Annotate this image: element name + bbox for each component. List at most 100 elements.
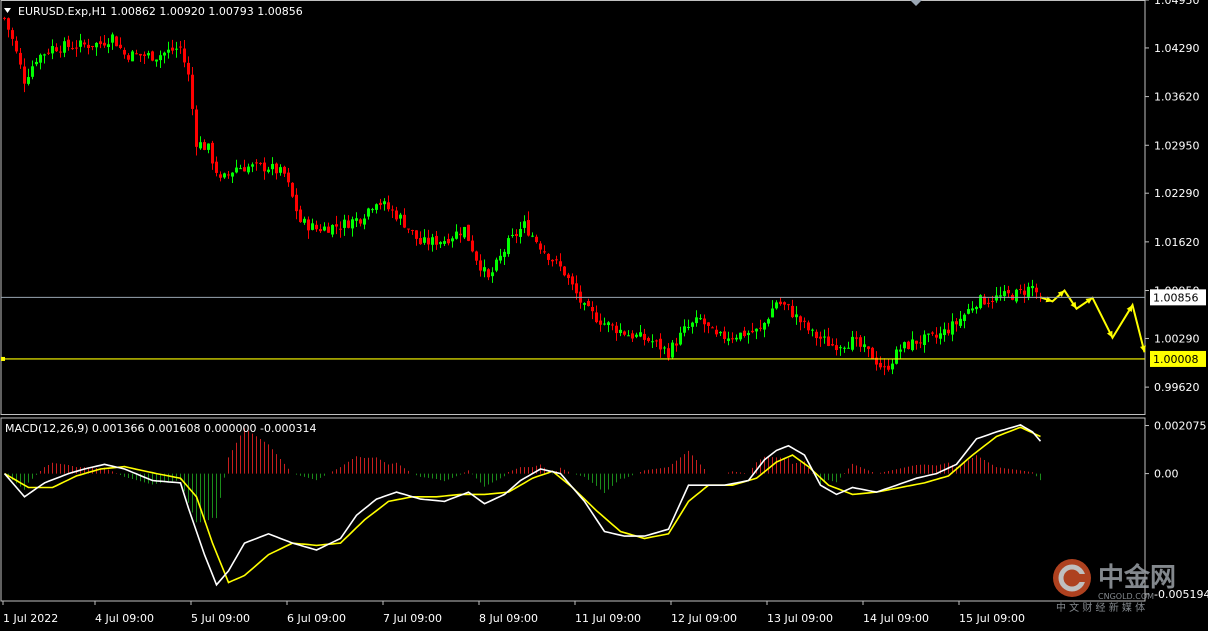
candle-body (515, 234, 518, 237)
trading-chart[interactable]: 1.04950 1.04290 1.03620 1.02950 1.02290 1.016… (0, 0, 1208, 627)
candle-body (463, 226, 466, 238)
candle-body (727, 338, 730, 341)
candle (31, 60, 34, 80)
candle-body (367, 208, 370, 217)
chart-shift-triangle-icon[interactable] (910, 0, 922, 6)
candle-body (659, 338, 662, 350)
candle (83, 39, 86, 48)
candle-body (851, 336, 854, 350)
candle (623, 330, 626, 337)
candle (795, 306, 798, 325)
candle (235, 159, 238, 174)
candle (891, 358, 894, 375)
candle (567, 272, 570, 285)
candle-body (123, 49, 126, 55)
candle-body (231, 172, 234, 177)
candle-body (343, 219, 346, 228)
candle (475, 250, 478, 266)
candle (783, 301, 786, 311)
symbol-header: EURUSD.Exp,H1 1.00862 1.00920 1.00793 1.… (18, 5, 303, 18)
candle (583, 302, 586, 311)
candle (75, 40, 78, 57)
time-tick-label: 14 Jul 09:00 (863, 612, 929, 625)
candle (683, 319, 686, 337)
macd-panel-frame (0, 417, 1146, 602)
candle (443, 236, 446, 246)
candle-body (627, 335, 630, 337)
candle (995, 286, 998, 303)
candle-body (171, 47, 174, 51)
candle (799, 315, 802, 331)
candle-body (891, 363, 894, 370)
candle (723, 326, 726, 344)
candle (103, 34, 106, 48)
candle-body (395, 210, 398, 220)
candle-body (607, 322, 610, 326)
candle-body (95, 42, 98, 48)
candle-body (379, 202, 382, 205)
candle-body (1015, 289, 1018, 302)
candle (459, 227, 462, 243)
candle (219, 171, 222, 182)
candle (331, 224, 334, 238)
current-price-label: 1.00856 (1153, 291, 1199, 304)
candle-body (591, 307, 594, 312)
candle-body (1035, 287, 1038, 293)
macd-tick-label: 0.002075 (1154, 420, 1207, 433)
candle-body (987, 302, 990, 304)
candle (11, 27, 14, 46)
candle (335, 215, 338, 235)
candle (703, 314, 706, 333)
candle (763, 322, 766, 338)
candle-body (887, 365, 890, 370)
candle-body (339, 228, 342, 230)
candle-body (375, 204, 378, 210)
candle-body (407, 228, 410, 230)
candle (339, 221, 342, 238)
candle (143, 51, 146, 65)
candle-body (23, 66, 26, 84)
candle-body (475, 251, 478, 261)
candle-body (967, 309, 970, 314)
candle (323, 222, 326, 232)
candle-body (843, 347, 846, 349)
candle-body (963, 314, 966, 321)
candle-body (783, 302, 786, 305)
candle-body (923, 334, 926, 346)
candle (1023, 283, 1026, 303)
candle (407, 228, 410, 234)
candle-body (747, 332, 750, 336)
collapse-triangle-icon[interactable] (4, 8, 11, 13)
candle-body (691, 322, 694, 327)
candle-body (499, 255, 502, 261)
candle (743, 326, 746, 338)
candle-body (239, 168, 242, 170)
candle-body (643, 333, 646, 340)
candle (167, 41, 170, 59)
candle-body (755, 328, 758, 332)
candle (287, 168, 290, 187)
watermark-sub: 中 文 财 经 新 媒 体 (1056, 601, 1145, 614)
level-line-handle[interactable] (1, 356, 5, 361)
candle (439, 241, 442, 249)
candle (547, 253, 550, 266)
candle (279, 164, 282, 176)
candle-body (283, 166, 286, 174)
candle-body (603, 323, 606, 325)
candle-body (563, 266, 566, 276)
candle (283, 165, 286, 178)
candle (471, 235, 474, 253)
candle (503, 249, 506, 265)
candle-body (715, 329, 718, 335)
candle-body (935, 334, 938, 338)
candle-body (275, 163, 278, 174)
price-tick-label: 1.03620 (1154, 91, 1200, 104)
candle-body (535, 236, 538, 243)
macd-main-line (3, 424, 1042, 587)
candle-body (547, 253, 550, 260)
candle (247, 163, 250, 175)
candle (259, 162, 262, 166)
candle-body (651, 341, 654, 343)
candle (967, 303, 970, 315)
candle-body (695, 317, 698, 324)
